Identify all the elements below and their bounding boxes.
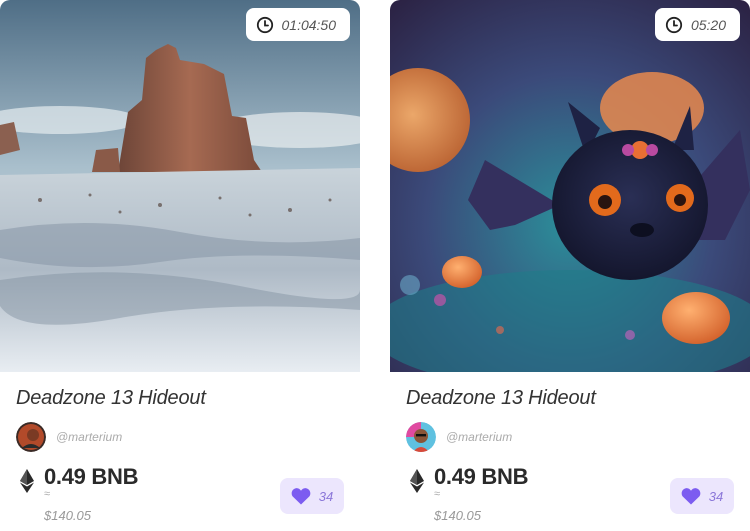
clock-icon [665, 16, 683, 33]
like-count: 34 [318, 488, 334, 504]
creator-handle[interactable]: @marterium [56, 430, 122, 444]
price-value: 0.49 BNB [44, 464, 139, 489]
heart-icon [291, 488, 311, 505]
like-button[interactable]: 34 [280, 478, 344, 514]
heart-icon [681, 488, 701, 505]
usd-value: $140.05 [434, 508, 481, 523]
ethereum-icon [410, 469, 424, 493]
timer-text: 05:20 [690, 16, 726, 33]
countdown-timer: 05:20 [654, 8, 740, 41]
price-section: 0.49 BNB ≈ $140.05 34 [18, 462, 348, 524]
timer-text: 01:04:50 [281, 16, 337, 33]
countdown-timer: 01:04:50 [245, 8, 350, 41]
clock-icon [256, 16, 273, 33]
nft-title[interactable]: Deadzone 13 Hideout [406, 387, 596, 410]
nft-artwork[interactable]: 01:04:50 [0, 0, 360, 372]
creator-link[interactable]: @marterium [16, 422, 122, 452]
nft-title[interactable]: Deadzone 13 Hideout [16, 387, 206, 410]
usd-value: $140.05 [44, 508, 91, 523]
avatar[interactable] [406, 422, 436, 452]
ethereum-icon [20, 469, 34, 493]
creator-handle[interactable]: @marterium [446, 430, 512, 444]
like-count: 34 [708, 488, 724, 504]
nft-artwork[interactable]: 05:20 [390, 0, 750, 372]
avatar[interactable] [16, 422, 46, 452]
nft-card[interactable]: 01:04:50 Deadzone 13 Hideout @marterium … [0, 0, 360, 531]
price-value: 0.49 BNB [434, 464, 529, 489]
nft-card[interactable]: 05:20 Deadzone 13 Hideout @marterium 0.4… [390, 0, 750, 531]
price-section: 0.49 BNB ≈ $140.05 34 [408, 462, 738, 524]
creator-link[interactable]: @marterium [406, 422, 512, 452]
like-button[interactable]: 34 [670, 478, 734, 514]
approx-symbol: ≈ [44, 488, 51, 500]
approx-symbol: ≈ [434, 488, 441, 500]
